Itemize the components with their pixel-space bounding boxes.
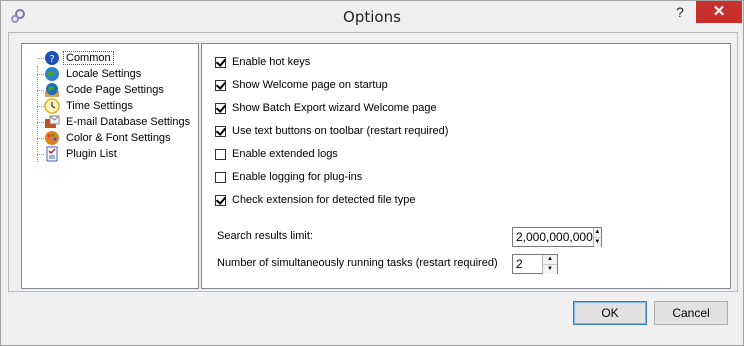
cancel-button[interactable]: Cancel [654, 301, 728, 325]
text-buttons-toolbar-checkbox[interactable]: Use text buttons on toolbar (restart req… [215, 123, 448, 139]
globe-icon [45, 67, 59, 81]
checkbox-label: Check extension for detected file type [232, 194, 416, 206]
show-welcome-page-checkbox[interactable]: Show Welcome page on startup [215, 77, 388, 93]
tree-item-label: Plugin List [66, 148, 117, 160]
tree-item-time-settings[interactable]: Time Settings [44, 98, 135, 114]
help-circle-icon: ? [45, 51, 59, 65]
tree-item-code-page-settings[interactable]: Code Page Settings [44, 82, 166, 98]
tree-item-label: Common [63, 51, 114, 65]
tree-item-label: Code Page Settings [66, 84, 164, 96]
ok-button[interactable]: OK [573, 301, 647, 325]
spinner-arrows[interactable]: ▲ ▼ [592, 228, 601, 247]
show-batch-export-welcome-checkbox[interactable]: Show Batch Export wizard Welcome page [215, 100, 437, 116]
tree-item-color-font-settings[interactable]: Color & Font Settings [44, 130, 173, 146]
check-extension-checkbox[interactable]: Check extension for detected file type [215, 192, 415, 208]
enable-hot-keys-checkbox[interactable]: Enable hot keys [215, 54, 310, 70]
close-button[interactable]: ✕ [696, 1, 742, 23]
tree-connector [37, 122, 44, 123]
checkbox-label: Enable hot keys [232, 56, 311, 68]
tree-connector [37, 106, 44, 107]
checkbox-box[interactable] [215, 56, 226, 68]
spin-down-icon[interactable]: ▼ [543, 264, 557, 274]
globe-book-icon [45, 83, 59, 97]
tree-item-label: E-mail Database Settings [66, 116, 191, 128]
checkbox-box[interactable] [215, 171, 226, 183]
spin-down-icon[interactable]: ▼ [593, 237, 601, 247]
client-area: ? Common Locale Settings Code Page Setti… [8, 32, 738, 292]
tree-item-label: Color & Font Settings [66, 132, 171, 144]
checkbox-box[interactable] [215, 194, 226, 206]
checkbox-box[interactable] [215, 79, 226, 91]
help-button[interactable]: ? [665, 1, 695, 23]
checklist-icon [46, 146, 58, 162]
search-limit-spinner[interactable]: 2,000,000,000 ▲ ▼ [512, 227, 602, 247]
checkbox-box[interactable] [215, 125, 226, 137]
tasks-spinner[interactable]: 2 ▲ ▼ [512, 254, 558, 274]
window-title: Options [343, 8, 401, 26]
checkbox-box[interactable] [215, 102, 226, 114]
tree-item-plugin-list[interactable]: Plugin List [44, 146, 119, 162]
tree-connector [37, 90, 44, 91]
palette-icon [45, 131, 59, 145]
spinner-arrows[interactable]: ▲ ▼ [542, 255, 557, 274]
spin-up-icon[interactable]: ▲ [543, 255, 557, 264]
tree-connector [37, 74, 44, 75]
common-settings-panel: Enable hot keys Show Welcome page on sta… [201, 43, 731, 289]
checkbox-box[interactable] [215, 148, 226, 160]
options-tree[interactable]: ? Common Locale Settings Code Page Setti… [21, 43, 199, 289]
svg-text:?: ? [49, 54, 54, 65]
spin-up-icon[interactable]: ▲ [593, 228, 601, 237]
options-dialog: Options ? ✕ ? Common Locale Settings Cod… [0, 0, 744, 346]
extended-logs-checkbox[interactable]: Enable extended logs [215, 146, 338, 162]
mail-database-icon [45, 115, 60, 128]
checkbox-label: Enable extended logs [232, 148, 338, 160]
tasks-label: Number of simultaneously running tasks (… [217, 257, 498, 269]
search-limit-label: Search results limit: [217, 230, 313, 242]
tree-item-label: Locale Settings [66, 68, 142, 80]
tree-connector [37, 138, 44, 139]
checkbox-label: Use text buttons on toolbar (restart req… [232, 125, 449, 137]
checkbox-label: Show Welcome page on startup [232, 79, 388, 91]
title-bar[interactable]: Options ? ✕ [1, 1, 743, 32]
search-limit-input[interactable]: 2,000,000,000 [513, 230, 593, 244]
checkbox-label: Enable logging for plug-ins [232, 171, 363, 183]
tree-item-locale-settings[interactable]: Locale Settings [44, 66, 143, 82]
tree-connector [37, 66, 38, 162]
clock-icon [44, 98, 60, 114]
tasks-input[interactable]: 2 [513, 257, 542, 271]
tree-connector [37, 154, 44, 155]
tree-connector [37, 58, 44, 59]
tree-item-label: Time Settings [66, 100, 133, 112]
plugin-logging-checkbox[interactable]: Enable logging for plug-ins [215, 169, 362, 185]
checkbox-label: Show Batch Export wizard Welcome page [232, 102, 437, 114]
tree-item-common[interactable]: ? Common [44, 50, 114, 66]
tree-item-email-database-settings[interactable]: E-mail Database Settings [44, 114, 192, 130]
